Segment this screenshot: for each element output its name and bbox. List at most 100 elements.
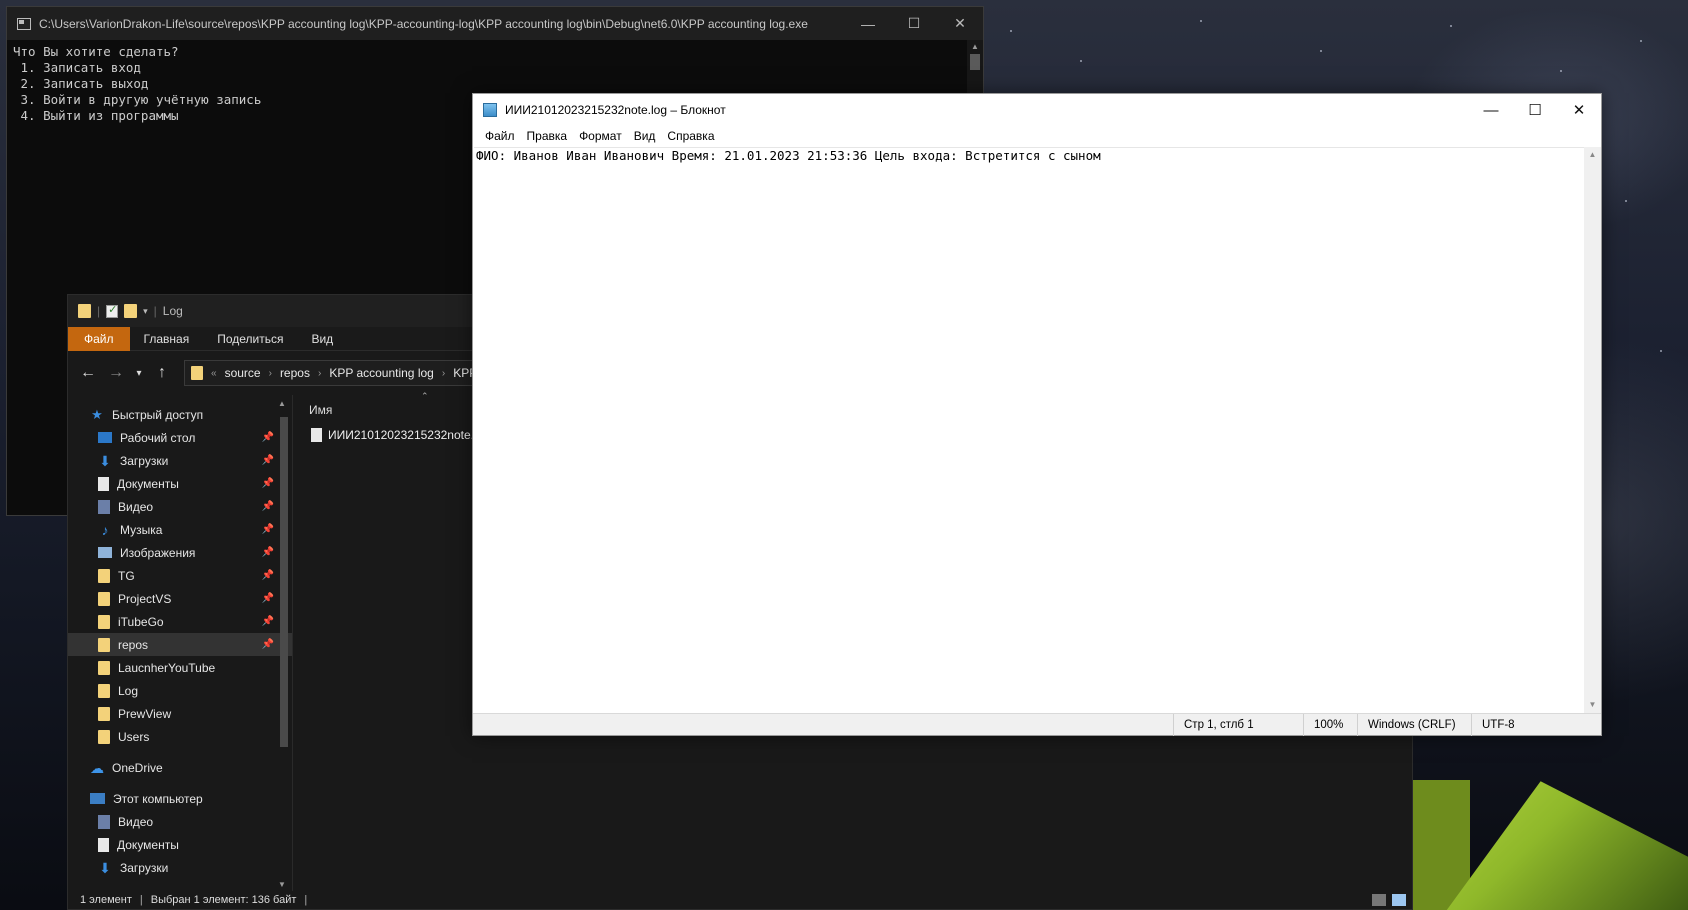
nav-item-log[interactable]: Log	[68, 679, 292, 702]
chevron-right-icon[interactable]: ›	[318, 368, 321, 379]
notepad-window[interactable]: ИИИ21012023215232note.log – Блокнот — ☐ …	[472, 93, 1602, 736]
download-icon: ⬇	[99, 452, 111, 469]
back-arrow-icon[interactable]: ←	[76, 361, 100, 385]
console-titlebar[interactable]: C:\Users\VarionDrakon-Life\source\repos\…	[7, 7, 983, 40]
customize-dropdown-icon[interactable]: ▾	[143, 306, 148, 317]
pin-icon[interactable]: 📌	[262, 455, 274, 466]
item-count: 1 элемент	[80, 894, 132, 906]
pin-icon[interactable]: 📌	[262, 547, 274, 558]
nav-item-label: ProjectVS	[118, 591, 172, 606]
nav-item-label: repos	[118, 637, 149, 652]
menu-edit[interactable]: Правка	[521, 129, 574, 143]
star-dot	[1010, 30, 1012, 32]
up-arrow-icon[interactable]: ↑	[150, 361, 174, 385]
recent-locations-chevron-icon[interactable]: ▾	[132, 361, 146, 385]
pin-icon[interactable]: 📌	[262, 639, 274, 650]
nav-item-itubego[interactable]: iTubeGo 📌	[68, 610, 292, 633]
tab-file[interactable]: Файл	[68, 326, 130, 351]
nav-item-tg[interactable]: TG 📌	[68, 564, 292, 587]
breadcrumb-item[interactable]: source	[225, 366, 261, 380]
notepad-text-area[interactable]: ФИО: Иванов Иван Иванович Время: 21.01.2…	[474, 147, 1584, 713]
nav-item-pc-documents[interactable]: Документы	[68, 833, 292, 856]
nav-item-label: Документы	[117, 837, 179, 852]
close-button[interactable]: ✕	[937, 7, 983, 40]
menu-format[interactable]: Формат	[573, 129, 628, 143]
folder-icon	[191, 366, 203, 380]
maximize-button[interactable]: ☐	[891, 7, 937, 40]
scroll-thumb[interactable]	[280, 417, 288, 747]
nav-item-pc-videos[interactable]: Видео	[68, 810, 292, 833]
nav-item-launcheryoutube[interactable]: LaucnherYouTube	[68, 656, 292, 679]
scroll-down-arrow-icon[interactable]: ▼	[1584, 697, 1601, 713]
maximize-button[interactable]: ☐	[1513, 94, 1557, 127]
nav-item-prewview[interactable]: PrewView	[68, 702, 292, 725]
document-icon	[98, 837, 109, 852]
notepad-titlebar[interactable]: ИИИ21012023215232note.log – Блокнот — ☐ …	[473, 94, 1601, 126]
console-line: Что Вы хотите сделать?	[13, 44, 179, 59]
nav-item-label: Загрузки	[120, 453, 169, 468]
star-dot	[1660, 350, 1662, 352]
chevron-right-icon[interactable]: ›	[269, 368, 272, 379]
folder-icon	[98, 660, 110, 675]
nav-item-label: Документы	[117, 476, 179, 491]
nav-item-users[interactable]: Users	[68, 725, 292, 748]
minimize-button[interactable]: —	[845, 7, 891, 40]
scroll-down-arrow-icon[interactable]: ▼	[278, 880, 286, 889]
computer-icon	[90, 793, 105, 804]
scroll-up-arrow-icon[interactable]: ▲	[278, 399, 286, 408]
pin-icon[interactable]: 📌	[262, 616, 274, 627]
menu-view[interactable]: Вид	[628, 129, 662, 143]
file-name: ИИИ21012023215232note.log	[328, 428, 491, 442]
forward-arrow-icon[interactable]: →	[104, 361, 128, 385]
nav-item-documents[interactable]: Документы 📌	[68, 472, 292, 495]
cloud-icon: ☁	[90, 759, 104, 776]
star-dot	[1450, 25, 1452, 27]
nav-item-quick-access[interactable]: ★ Быстрый доступ	[68, 403, 292, 426]
encoding: UTF-8	[1471, 713, 1601, 736]
pin-icon[interactable]: 📌	[262, 570, 274, 581]
nav-item-videos[interactable]: Видео 📌	[68, 495, 292, 518]
navigation-pane[interactable]: ★ Быстрый доступ Рабочий стол 📌 ⬇ Загрузки 📌…	[68, 395, 293, 891]
tab-share[interactable]: Поделиться	[203, 327, 297, 351]
scroll-up-arrow-icon[interactable]: ▲	[967, 40, 983, 54]
sort-ascending-icon: ⌃	[421, 391, 429, 401]
nav-pane-scrollbar[interactable]: ▲ ▼	[276, 395, 290, 891]
nav-item-onedrive[interactable]: ☁ OneDrive	[68, 756, 292, 779]
nav-item-desktop[interactable]: Рабочий стол 📌	[68, 426, 292, 449]
nav-item-repos[interactable]: repos 📌	[68, 633, 292, 656]
folder-icon	[98, 706, 110, 721]
details-view-icon[interactable]	[1372, 894, 1386, 906]
nav-item-downloads[interactable]: ⬇ Загрузки 📌	[68, 449, 292, 472]
new-folder-icon[interactable]	[124, 304, 138, 318]
breadcrumb-item[interactable]: KPP accounting log	[329, 366, 434, 380]
nav-item-images[interactable]: Изображения 📌	[68, 541, 292, 564]
notepad-scrollbar[interactable]: ▲ ▼	[1584, 147, 1601, 713]
folder-icon	[98, 729, 110, 744]
pin-icon[interactable]: 📌	[262, 501, 274, 512]
menu-file[interactable]: Файл	[479, 129, 521, 143]
minimize-button[interactable]: —	[1469, 94, 1513, 127]
notepad-menubar: Файл Правка Формат Вид Справка	[473, 126, 1601, 146]
pin-icon[interactable]: 📌	[262, 524, 274, 535]
text-file-icon	[311, 428, 322, 442]
tab-view[interactable]: Вид	[297, 327, 347, 351]
nav-item-music[interactable]: ♪ Музыка 📌	[68, 518, 292, 541]
breadcrumb-item[interactable]: repos	[280, 366, 310, 380]
menu-help[interactable]: Справка	[661, 129, 720, 143]
tab-home[interactable]: Главная	[130, 327, 204, 351]
close-button[interactable]: ✕	[1557, 94, 1601, 127]
nav-item-this-pc[interactable]: Этот компьютер	[68, 787, 292, 810]
nav-item-pc-downloads[interactable]: ⬇ Загрузки	[68, 856, 292, 879]
pin-icon[interactable]: 📌	[262, 478, 274, 489]
scroll-thumb[interactable]	[970, 54, 980, 70]
chevron-right-icon[interactable]: ›	[442, 368, 445, 379]
pin-icon[interactable]: 📌	[262, 432, 274, 443]
scroll-up-arrow-icon[interactable]: ▲	[1584, 147, 1601, 163]
pin-icon[interactable]: 📌	[262, 593, 274, 604]
large-icons-view-icon[interactable]	[1392, 894, 1406, 906]
properties-icon[interactable]	[106, 303, 119, 318]
console-app-icon	[17, 17, 31, 30]
overflow-chevron-icon[interactable]: «	[211, 368, 217, 379]
zoom-level: 100%	[1303, 713, 1357, 736]
nav-item-projectvs[interactable]: ProjectVS 📌	[68, 587, 292, 610]
